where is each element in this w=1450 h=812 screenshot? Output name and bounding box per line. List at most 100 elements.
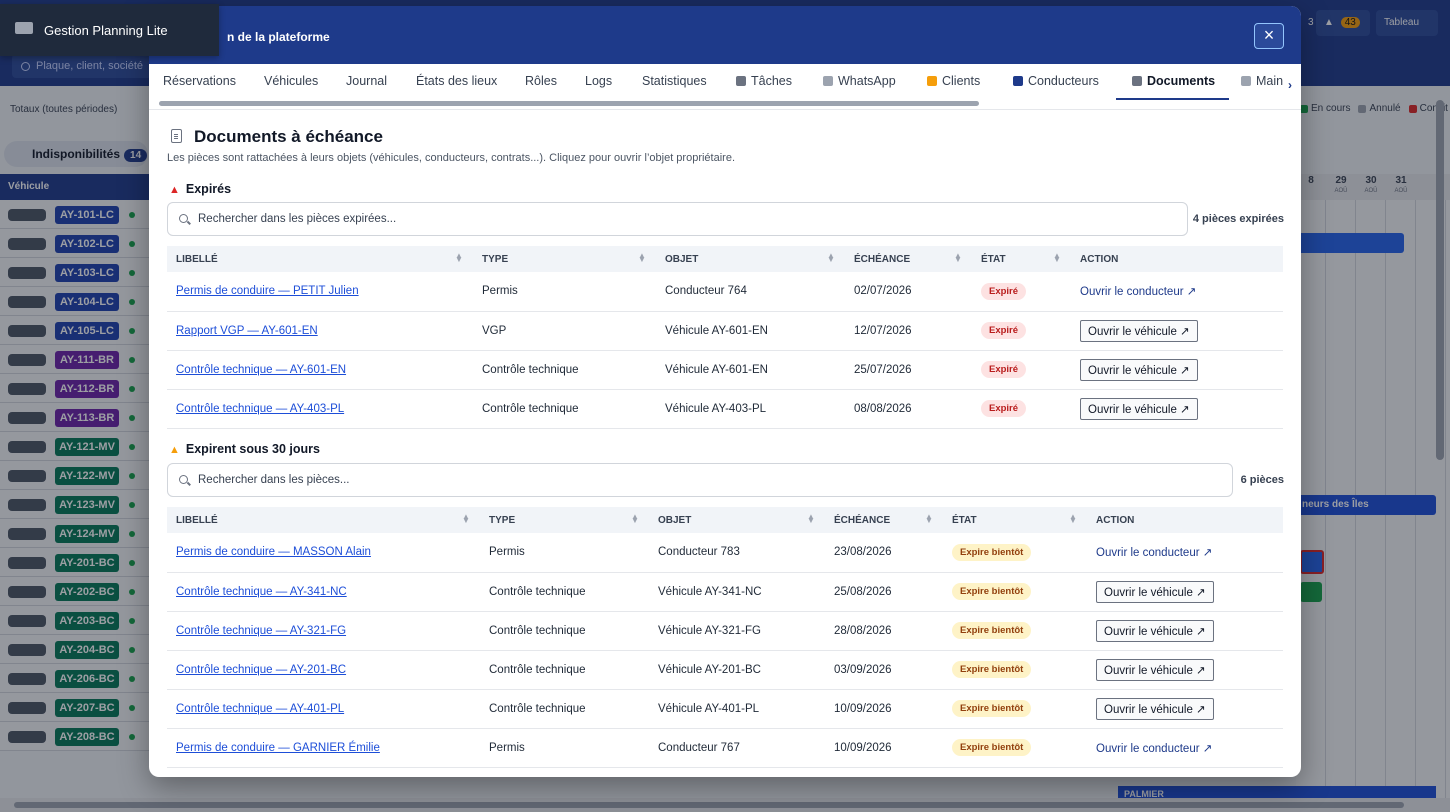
tab-v-hicules[interactable]: Véhicules — [264, 64, 318, 100]
sort-icon[interactable]: ▲ ▼ — [807, 513, 815, 525]
column-header[interactable]: ACTION — [1071, 246, 1283, 272]
cell-objet: Conducteur 783 — [649, 533, 825, 573]
column-header[interactable]: OBJET ▲ ▼ — [649, 507, 825, 533]
cell-type: VGP — [473, 311, 656, 351]
column-header[interactable]: LIBELLÉ ▲ ▼ — [167, 246, 473, 272]
open-driver-link[interactable]: Ouvrir le conducteur ↗ — [1096, 547, 1212, 559]
cell-libelle: Permis de conduire — GARNIER Émilie — [167, 728, 480, 768]
tab-whatsapp[interactable]: WhatsApp — [823, 64, 896, 100]
document-link[interactable]: Permis de conduire — MASSON Alain — [176, 546, 371, 558]
close-button[interactable]: × — [1254, 23, 1284, 49]
column-header[interactable]: ÉCHÉANCE ▲ ▼ — [845, 246, 972, 272]
table-row: Contrôle technique — AY-341-NC Contrôle t… — [167, 572, 1283, 612]
search-icon — [179, 475, 188, 484]
cell-libelle: Contrôle technique — AY-321-FG — [167, 611, 480, 651]
status-badge: Expire bientôt — [952, 622, 1032, 639]
tab--tats-des-lieux[interactable]: États des lieux — [416, 64, 497, 100]
open-driver-link[interactable]: Ouvrir le conducteur ↗ — [1080, 286, 1196, 298]
cell-type: Contrôle technique — [480, 689, 649, 729]
open-vehicle-button[interactable]: Ouvrir le véhicule ↗ — [1096, 619, 1214, 642]
column-header[interactable]: TYPE ▲ ▼ — [473, 246, 656, 272]
sort-icon[interactable]: ▲ ▼ — [631, 513, 639, 525]
sort-icon[interactable]: ▲ ▼ — [638, 252, 646, 264]
tab-label: Journal — [346, 74, 387, 88]
open-vehicle-button[interactable]: Ouvrir le véhicule ↗ — [1080, 358, 1198, 381]
alert-icon: ▲ — [169, 184, 180, 196]
modal-title: n de la plateforme — [227, 30, 330, 44]
column-header[interactable]: LIBELLÉ ▲ ▼ — [167, 507, 480, 533]
sort-icon[interactable]: ▲ ▼ — [954, 252, 962, 264]
open-vehicle-button[interactable]: Ouvrir le véhicule ↗ — [1096, 697, 1214, 720]
column-header[interactable]: ÉCHÉANCE ▲ ▼ — [825, 507, 943, 533]
document-icon — [1132, 76, 1142, 86]
sort-icon[interactable]: ▲ ▼ — [455, 252, 463, 264]
document-link[interactable]: Contrôle technique — AY-201-BC — [176, 664, 346, 676]
cell-etat: Expire bientôt — [943, 572, 1087, 612]
tab-label: Conducteurs — [1028, 74, 1099, 88]
chevron-right-icon[interactable]: › — [1288, 78, 1292, 92]
document-icon — [171, 129, 182, 143]
tab-documents[interactable]: Documents — [1116, 64, 1230, 100]
document-link[interactable]: Permis de conduire — GARNIER Émilie — [176, 742, 380, 754]
sort-icon[interactable]: ▲ ▼ — [827, 252, 835, 264]
column-header-label: TYPE — [489, 514, 516, 526]
cell-echeance: 10/09/2026 — [825, 728, 943, 768]
truck-icon — [15, 22, 33, 34]
tab-journal[interactable]: Journal — [346, 64, 387, 100]
cell-action: Ouvrir le conducteur ↗ — [1087, 728, 1283, 768]
soon-count: 6 pièces — [1240, 474, 1284, 486]
soon-search-input[interactable]: Rechercher dans les pièces... — [167, 463, 1233, 497]
tab-r-les[interactable]: Rôles — [525, 64, 557, 100]
sort-icon[interactable]: ▲ ▼ — [1069, 513, 1077, 525]
cell-libelle: Contrôle technique — AY-201-BC — [167, 650, 480, 690]
tab-clients[interactable]: Clients — [927, 64, 980, 100]
document-link[interactable]: Contrôle technique — AY-403-PL — [176, 403, 344, 415]
tab-statistiques[interactable]: Statistiques — [642, 64, 707, 100]
cell-etat: Expire bientôt — [943, 533, 1087, 573]
column-header-label: ACTION — [1080, 253, 1119, 265]
open-driver-link[interactable]: Ouvrir le conducteur ↗ — [1096, 743, 1212, 755]
document-link[interactable]: Contrôle technique — AY-341-NC — [176, 586, 347, 598]
expired-search-input[interactable]: Rechercher dans les pièces expirées... — [167, 202, 1188, 236]
tab-scrollbar[interactable] — [159, 101, 979, 106]
column-header[interactable]: ÉTAT ▲ ▼ — [972, 246, 1071, 272]
cell-etat: Expire bientôt — [943, 650, 1087, 690]
sort-icon[interactable]: ▲ ▼ — [462, 513, 470, 525]
column-header-label: ACTION — [1096, 514, 1135, 526]
tab-r-servations[interactable]: Réservations — [163, 64, 236, 100]
document-link[interactable]: Contrôle technique — AY-401-PL — [176, 703, 344, 715]
status-badge: Expiré — [981, 322, 1027, 339]
cell-type: Contrôle technique — [480, 572, 649, 612]
column-header[interactable]: ÉTAT ▲ ▼ — [943, 507, 1087, 533]
cell-type: Contrôle technique — [473, 350, 656, 390]
page-subtitle: Les pièces sont rattachées à leurs objet… — [167, 152, 736, 164]
open-vehicle-button[interactable]: Ouvrir le véhicule ↗ — [1080, 319, 1198, 342]
column-header[interactable]: ACTION — [1087, 507, 1283, 533]
column-header[interactable]: TYPE ▲ ▼ — [480, 507, 649, 533]
open-vehicle-button[interactable]: Ouvrir le véhicule ↗ — [1080, 397, 1198, 420]
cell-etat: Expire bientôt — [943, 689, 1087, 729]
open-vehicle-button[interactable]: Ouvrir le véhicule ↗ — [1096, 658, 1214, 681]
cell-action: Ouvrir le conducteur ↗ — [1087, 533, 1283, 573]
tab-logs[interactable]: Logs — [585, 64, 612, 100]
soon-table: LIBELLÉ ▲ ▼ TYPE ▲ ▼ OBJET ▲ ▼ ÉCHÉANCE ▲ ▼ ÉTAT ▲ ▼ AC… — [167, 507, 1283, 768]
sort-icon[interactable]: ▲ ▼ — [1053, 252, 1061, 264]
table-row: Permis de conduire — GARNIER Émilie Permi… — [167, 728, 1283, 768]
warning-icon: ▲ — [169, 444, 180, 456]
cell-objet: Conducteur 767 — [649, 728, 825, 768]
document-link[interactable]: Contrôle technique — AY-321-FG — [176, 625, 346, 637]
cell-action: Ouvrir le véhicule ↗ — [1087, 572, 1283, 612]
sort-icon[interactable]: ▲ ▼ — [925, 513, 933, 525]
document-link[interactable]: Contrôle technique — AY-601-EN — [176, 364, 346, 376]
cell-action: Ouvrir le véhicule ↗ — [1087, 689, 1283, 729]
column-header-label: LIBELLÉ — [176, 253, 218, 265]
column-header[interactable]: OBJET ▲ ▼ — [656, 246, 845, 272]
cell-objet: Véhicule AY-321-FG — [649, 611, 825, 651]
tab-t-ches[interactable]: Tâches — [736, 64, 792, 100]
tab-main[interactable]: Main — [1241, 64, 1283, 100]
document-link[interactable]: Rapport VGP — AY-601-EN — [176, 325, 318, 337]
open-vehicle-button[interactable]: Ouvrir le véhicule ↗ — [1096, 580, 1214, 603]
document-link[interactable]: Permis de conduire — PETIT Julien — [176, 285, 359, 297]
tab-label: Clients — [942, 74, 981, 88]
tab-conducteurs[interactable]: Conducteurs — [1013, 64, 1099, 100]
